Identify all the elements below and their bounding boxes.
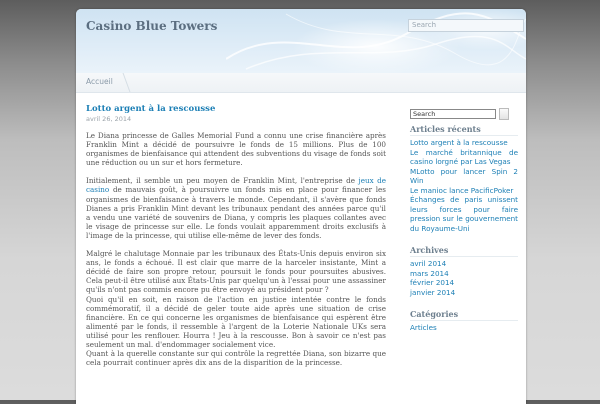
sidebar: Search Articles récents Lotto argent à l… xyxy=(410,108,518,345)
category-link[interactable]: Articles xyxy=(410,323,518,333)
archive-link[interactable]: février 2014 xyxy=(410,278,518,288)
post-date: avril 26, 2014 xyxy=(86,115,132,123)
sidebar-search-button[interactable] xyxy=(499,108,509,120)
post-text: de mauvais goût, à poursuivre un fonds m… xyxy=(86,185,386,240)
post-content: Lotto argent à la rescousse avril 26, 20… xyxy=(86,104,386,376)
sidebar-search: Search xyxy=(410,108,518,120)
post-paragraph: Malgré le chalutage Monnaie par les trib… xyxy=(86,249,386,295)
recent-posts-title: Articles récents xyxy=(410,124,518,136)
header-search-input[interactable]: Search xyxy=(408,19,524,32)
recent-post-link[interactable]: MLotto pour lancer Spin 2 Win xyxy=(410,167,518,186)
recent-post-link[interactable]: Lotto argent à la rescousse xyxy=(410,138,518,148)
archive-link[interactable]: avril 2014 xyxy=(410,259,518,269)
post-paragraph: Initialement, il semble un peu moyen de … xyxy=(86,176,386,240)
recent-posts-widget: Articles récents Lotto argent à la resco… xyxy=(410,124,518,233)
archives-title: Archives xyxy=(410,245,518,257)
page-container: Casino Blue Towers Search Accueil Lotto … xyxy=(76,9,526,404)
archive-link[interactable]: mars 2014 xyxy=(410,269,518,279)
nav-separator xyxy=(114,73,131,92)
post-paragraph: Le Diana princesse de Galles Memorial Fu… xyxy=(86,131,386,168)
categories-widget: Catégories Articles xyxy=(410,309,518,333)
recent-post-link[interactable]: Échanges de paris unissent leurs forces … xyxy=(410,195,518,233)
categories-title: Catégories xyxy=(410,309,518,321)
post-paragraph: Quant à la querelle constante sur qui co… xyxy=(86,349,386,368)
nav-item-home[interactable]: Accueil xyxy=(86,77,113,86)
post-paragraph: Quoi qu'il en soit, en raison de l'actio… xyxy=(86,294,386,349)
archive-link[interactable]: janvier 2014 xyxy=(410,288,518,298)
recent-post-link[interactable]: Le manioc lance PacificPoker xyxy=(410,186,518,196)
archives-widget: Archives avril 2014 mars 2014 février 20… xyxy=(410,245,518,297)
post-title[interactable]: Lotto argent à la rescousse xyxy=(86,104,386,115)
recent-post-link[interactable]: Le marché britannique de casino lorgné p… xyxy=(410,148,518,167)
sidebar-search-input[interactable]: Search xyxy=(410,109,496,119)
site-header: Casino Blue Towers Search xyxy=(76,9,526,74)
post-text: Initialement, il semble un peu moyen de … xyxy=(86,176,359,186)
nav-bar: Accueil xyxy=(76,73,526,93)
site-title[interactable]: Casino Blue Towers xyxy=(86,19,217,33)
